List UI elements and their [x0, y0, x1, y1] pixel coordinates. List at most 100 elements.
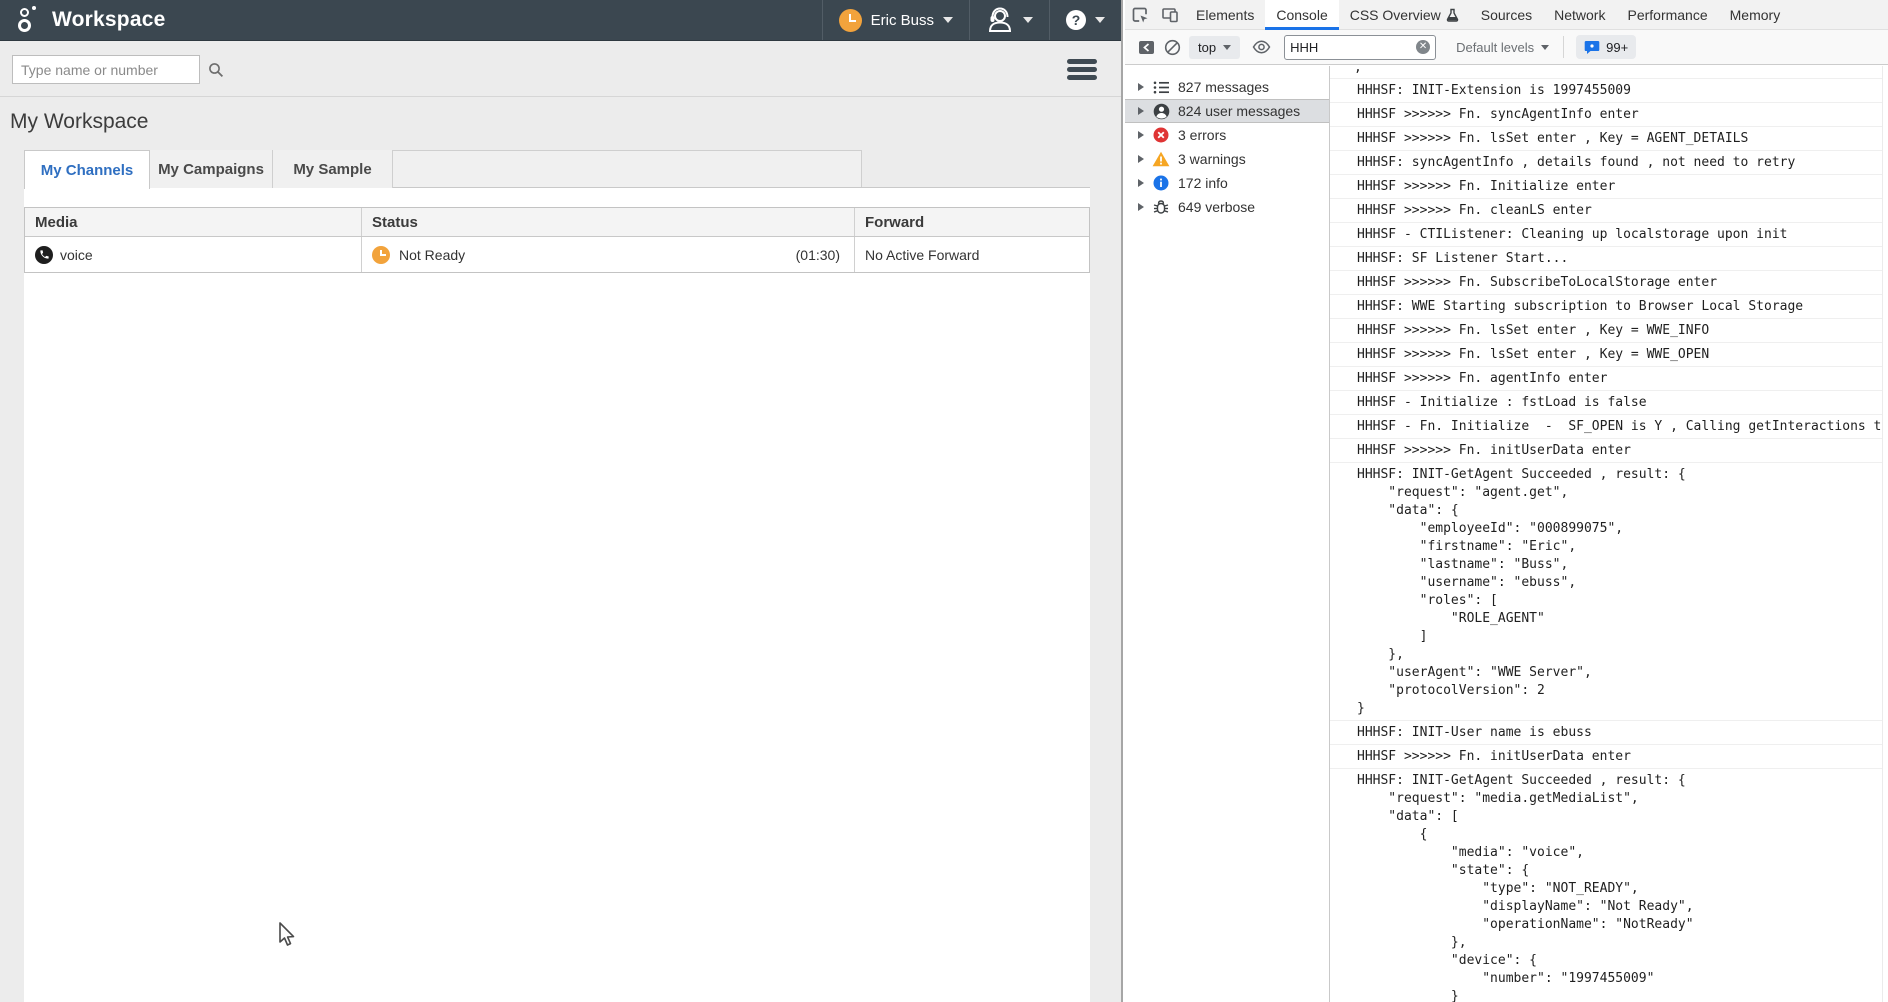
console-line: {	[1357, 826, 1888, 844]
console-log[interactable]: ,HHHSF: INIT-Extension is 1997455009HHHS…	[1330, 66, 1888, 1002]
tab-my-sample[interactable]: My Sample	[273, 150, 393, 188]
console-filter-box[interactable]: ✕	[1284, 35, 1436, 60]
workspace-app-window: Workspace Eric Buss ?	[0, 0, 1123, 1002]
not-ready-clock-icon	[839, 9, 862, 32]
app-title: Workspace	[52, 8, 165, 32]
tab-label: My Channels	[41, 162, 134, 179]
inspect-element-icon[interactable]	[1125, 0, 1155, 30]
console-scrollbar[interactable]	[1882, 66, 1888, 1002]
console-line: HHHSF - CTIListener: Cleaning up localst…	[1357, 226, 1888, 244]
devtools-tab-elements[interactable]: Elements	[1185, 0, 1265, 30]
console-line: "displayName": "Not Ready",	[1357, 898, 1888, 916]
devtools-tab-memory[interactable]: Memory	[1719, 0, 1792, 30]
devtools-tab-network[interactable]: Network	[1543, 0, 1616, 30]
console-message: HHHSF >>>>>> Fn. lsSet enter , Key = AGE…	[1330, 127, 1888, 151]
sidebar-item-172-info[interactable]: 172 info	[1125, 171, 1329, 195]
devtools-tab-performance[interactable]: Performance	[1616, 0, 1718, 30]
tab-my-channels[interactable]: My Channels	[24, 150, 150, 189]
column-header-status[interactable]: Status	[362, 208, 855, 236]
tab-my-campaigns[interactable]: My Campaigns	[150, 150, 273, 188]
console-line: HHHSF >>>>>> Fn. Initialize enter	[1357, 178, 1888, 196]
agent-status-menu[interactable]: Eric Buss	[823, 0, 969, 40]
console-line: "number": "1997455009"	[1357, 970, 1888, 988]
console-filter-input[interactable]	[1290, 40, 1416, 55]
search-row	[0, 41, 1121, 97]
issues-counter-button[interactable]: 99+	[1576, 35, 1636, 59]
expand-triangle-icon[interactable]	[1138, 107, 1144, 115]
live-expression-eye-icon[interactable]	[1248, 34, 1274, 60]
channels-menu[interactable]	[970, 0, 1049, 40]
console-body: 827 messages 824 user messages 3 errors 3 w…	[1125, 66, 1888, 1002]
sidebar-item-label: 3 warnings	[1178, 151, 1246, 167]
tab-label: My Sample	[293, 161, 371, 178]
console-line: HHHSF: syncAgentInfo , details found , n…	[1357, 154, 1888, 172]
expand-triangle-icon[interactable]	[1138, 131, 1144, 139]
bug-icon	[1152, 198, 1170, 216]
expand-triangle-icon[interactable]	[1138, 155, 1144, 163]
sidebar-item-3-errors[interactable]: 3 errors	[1125, 123, 1329, 147]
console-sidebar-toggle-icon[interactable]	[1133, 34, 1159, 60]
console-line: "type": "NOT_READY",	[1357, 880, 1888, 898]
console-line: HHHSF >>>>>> Fn. lsSet enter , Key = WWE…	[1357, 346, 1888, 364]
hamburger-menu-icon[interactable]	[1067, 54, 1097, 84]
table-row[interactable]: voice Not Ready (01:30) No Active Forwar…	[25, 237, 1089, 272]
console-line: "media": "voice",	[1357, 844, 1888, 862]
tab-label: Performance	[1627, 7, 1707, 23]
issues-count: 99+	[1606, 40, 1628, 55]
console-line: HHHSF >>>>>> Fn. lsSet enter , Key = AGE…	[1357, 130, 1888, 148]
log-levels-dropdown[interactable]: Default levels	[1456, 40, 1549, 55]
console-line: "operationName": "NotReady"	[1357, 916, 1888, 934]
device-toolbar-icon[interactable]	[1155, 0, 1185, 30]
user-name: Eric Buss	[871, 12, 934, 29]
sidebar-item-label: 824 user messages	[1178, 103, 1300, 119]
sidebar-item-649-verbose[interactable]: 649 verbose	[1125, 195, 1329, 219]
tab-label: CSS Overview	[1350, 7, 1441, 23]
devtools-tab-sources[interactable]: Sources	[1470, 0, 1543, 30]
devtools-tab-console[interactable]: Console	[1265, 0, 1338, 30]
flask-icon	[1446, 8, 1459, 22]
console-line: }	[1357, 700, 1888, 718]
status-label: Not Ready	[399, 247, 465, 263]
console-line: "userAgent": "WWE Server",	[1357, 664, 1888, 682]
console-toolbar: top ✕ Default levels 99+	[1125, 30, 1888, 65]
console-message: HHHSF >>>>>> Fn. agentInfo enter	[1330, 367, 1888, 391]
console-message: HHHSF: SF Listener Start...	[1330, 247, 1888, 271]
chevron-down-icon	[943, 17, 953, 23]
console-line: HHHSF >>>>>> Fn. lsSet enter , Key = WWE…	[1357, 322, 1888, 340]
console-message: HHHSF: INIT-GetAgent Succeeded , result:…	[1330, 463, 1888, 721]
console-line: "device": {	[1357, 952, 1888, 970]
sidebar-item-label: 649 verbose	[1178, 199, 1255, 215]
expand-triangle-icon[interactable]	[1138, 179, 1144, 187]
clear-console-icon[interactable]	[1159, 34, 1185, 60]
console-line: "roles": [	[1357, 592, 1888, 610]
expand-triangle-icon[interactable]	[1138, 83, 1144, 91]
expand-triangle-icon[interactable]	[1138, 203, 1144, 211]
console-line: HHHSF: INIT-GetAgent Succeeded , result:…	[1357, 466, 1888, 484]
column-header-media[interactable]: Media	[25, 208, 362, 236]
console-line: HHHSF >>>>>> Fn. syncAgentInfo enter	[1357, 106, 1888, 124]
devtools-tab-css-overview[interactable]: CSS Overview	[1339, 0, 1470, 30]
channels-table: Media Status Forward voice Not Ready (01…	[24, 207, 1090, 273]
clear-filter-icon[interactable]: ✕	[1416, 40, 1430, 54]
console-line: }	[1357, 988, 1888, 1002]
search-input[interactable]	[13, 62, 208, 78]
console-message: HHHSF: syncAgentInfo , details found , n…	[1330, 151, 1888, 175]
console-line: HHHSF >>>>>> Fn. cleanLS enter	[1357, 202, 1888, 220]
help-menu[interactable]: ?	[1050, 0, 1121, 40]
console-line: "data": [	[1357, 808, 1888, 826]
warning-icon	[1152, 150, 1170, 168]
levels-label: Default levels	[1456, 40, 1534, 55]
sidebar-item-827-messages[interactable]: 827 messages	[1125, 75, 1329, 99]
console-message: HHHSF - Initialize : fstLoad is false	[1330, 391, 1888, 415]
column-header-forward[interactable]: Forward	[855, 208, 1089, 236]
console-line: "data": {	[1357, 502, 1888, 520]
javascript-context-selector[interactable]: top	[1189, 36, 1240, 59]
tab-label: Network	[1554, 7, 1605, 23]
console-line: HHHSF >>>>>> Fn. initUserData enter	[1357, 442, 1888, 460]
console-line: ]	[1357, 628, 1888, 646]
search-box[interactable]	[12, 55, 200, 84]
sidebar-item-label: 172 info	[1178, 175, 1228, 191]
console-message: HHHSF: WWE Starting subscription to Brow…	[1330, 295, 1888, 319]
sidebar-item-824-user-messages[interactable]: 824 user messages	[1125, 99, 1329, 123]
sidebar-item-3-warnings[interactable]: 3 warnings	[1125, 147, 1329, 171]
